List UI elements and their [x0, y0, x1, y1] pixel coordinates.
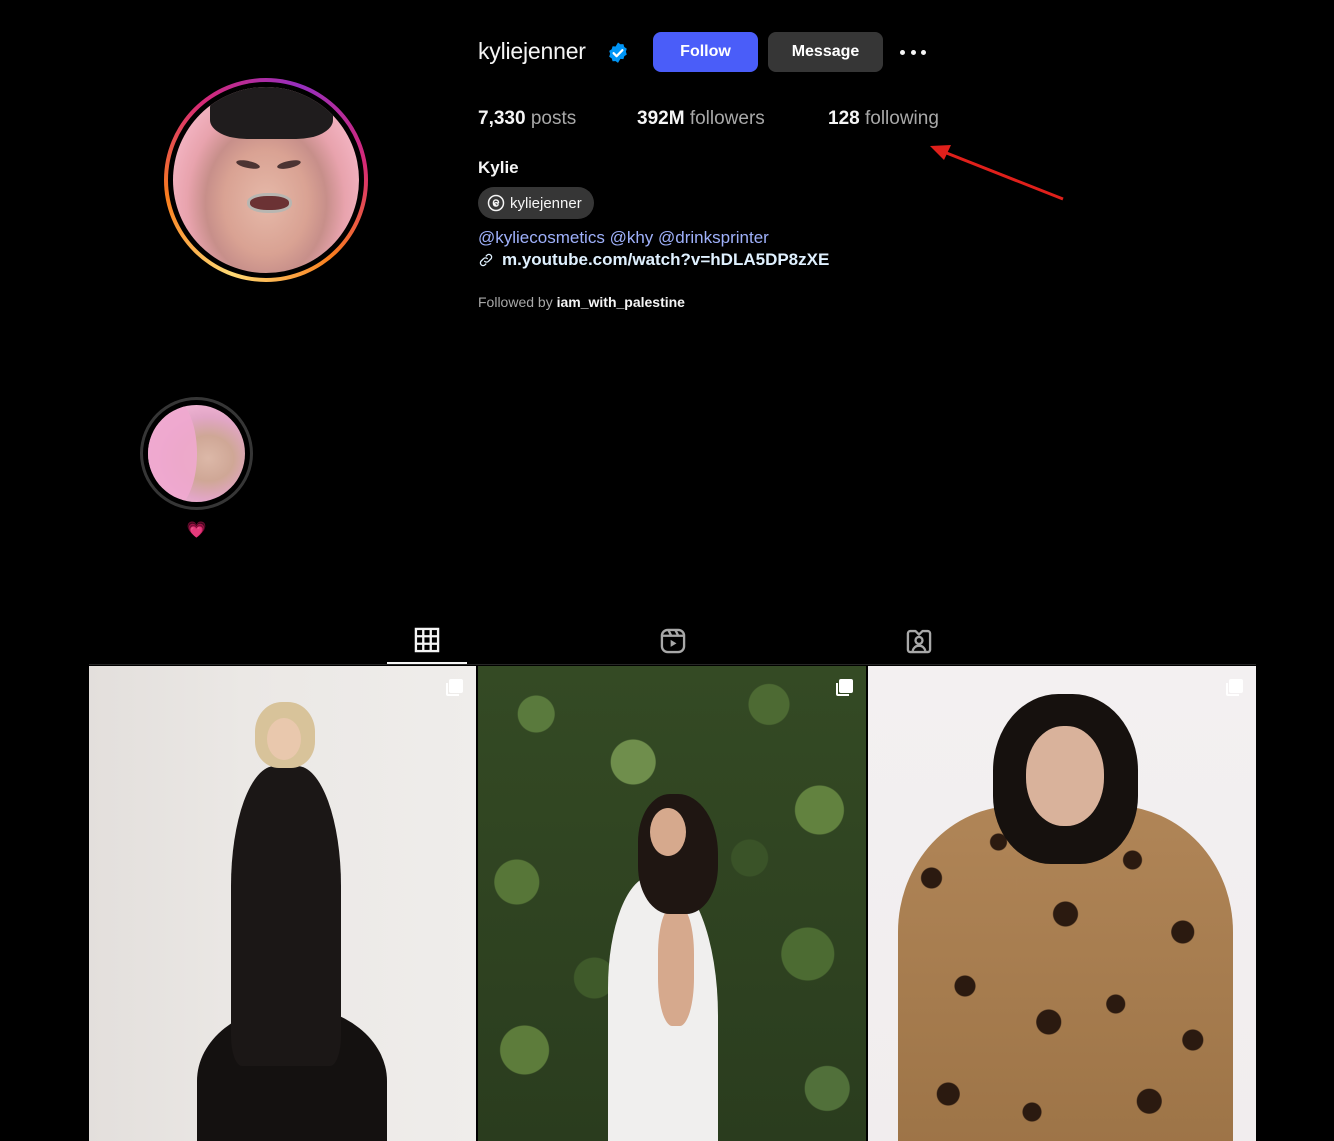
- username: kyliejenner: [478, 38, 586, 64]
- posts-count-value: 7,330: [478, 108, 526, 129]
- full-name: Kylie: [478, 158, 519, 177]
- followed-by-user[interactable]: iam_with_palestine: [557, 294, 685, 310]
- posts-count: 7,330 posts: [478, 108, 576, 130]
- mention-link[interactable]: @drinksprinter: [658, 228, 769, 247]
- mention-link[interactable]: @khy: [610, 228, 654, 247]
- tabs-divider: [89, 664, 1256, 665]
- follow-button[interactable]: Follow: [653, 32, 758, 72]
- followers-count-value: 392M: [637, 108, 685, 129]
- post-thumbnail[interactable]: [89, 666, 476, 1141]
- multiple-posts-icon: [1226, 679, 1243, 696]
- grid-icon: [414, 627, 440, 653]
- tagged-icon: [906, 629, 932, 654]
- tab-reels[interactable]: [633, 618, 713, 664]
- message-button[interactable]: Message: [768, 32, 883, 72]
- followers-link[interactable]: 392M followers: [637, 108, 765, 130]
- avatar-gap: [168, 82, 364, 278]
- followers-count-label: followers: [689, 108, 765, 129]
- following-count-value: 128: [828, 108, 860, 129]
- tab-posts[interactable]: [387, 618, 467, 664]
- link-icon: [479, 253, 493, 267]
- followed-by-label: Followed by: [478, 294, 553, 310]
- annotation-arrow: [930, 145, 1064, 201]
- posts-count-label: posts: [530, 108, 577, 129]
- threads-badge[interactable]: kyliejenner: [478, 187, 594, 219]
- following-link[interactable]: 128 following: [828, 108, 939, 130]
- mention-link[interactable]: @kyliecosmetics: [478, 228, 605, 247]
- multiple-posts-icon: [836, 679, 853, 696]
- avatar-image: [173, 87, 359, 273]
- followed-by: Followed by iam_with_palestine: [478, 294, 685, 310]
- reels-icon: [660, 628, 686, 654]
- threads-handle: kyliejenner: [510, 194, 582, 212]
- post-thumbnail[interactable]: [868, 666, 1256, 1141]
- tab-tagged[interactable]: [879, 618, 959, 664]
- link-text: m.youtube.com/watch?v=hDLA5DP8zXE: [502, 250, 830, 269]
- highlight-gap: [143, 400, 250, 507]
- profile-avatar[interactable]: [164, 78, 368, 282]
- bio-external-link[interactable]: m.youtube.com/watch?v=hDLA5DP8zXE: [478, 250, 829, 270]
- highlight-label: 💗: [186, 522, 207, 539]
- more-options-icon[interactable]: [898, 40, 928, 64]
- bio-mentions: @kyliecosmetics @khy @drinksprinter: [478, 228, 769, 248]
- story-highlight[interactable]: [140, 397, 253, 510]
- following-count-label: following: [864, 108, 939, 129]
- post-thumbnail[interactable]: [478, 666, 866, 1141]
- post-image-content: [197, 702, 387, 1141]
- verified-badge-icon: [609, 42, 627, 63]
- threads-icon: [487, 194, 505, 212]
- highlight-cover: [148, 405, 245, 502]
- multiple-posts-icon: [446, 679, 463, 696]
